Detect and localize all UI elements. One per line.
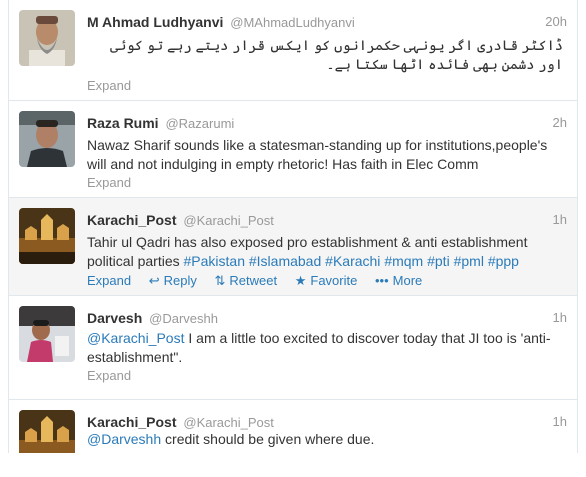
hashtag-link[interactable]: #Karachi (325, 253, 380, 269)
tweet-item[interactable]: Karachi_Post @Karachi_Post 1h @Darveshh … (9, 400, 577, 453)
tweet-text: Tahir ul Qadri has also exposed pro esta… (87, 233, 567, 271)
author-name[interactable]: M Ahmad Ludhyanvi (87, 14, 223, 30)
tweet-header: Raza Rumi @Razarumi 2h (87, 113, 567, 133)
tweet-actions: Expand (87, 367, 131, 385)
reply-icon: ↩ (148, 273, 160, 288)
tweet-header: Darvesh @Darveshh 1h (87, 308, 567, 328)
avatar[interactable] (19, 410, 75, 453)
tweet-actions: Expand (87, 77, 131, 95)
author-handle[interactable]: @Karachi_Post (183, 213, 274, 228)
retweet-icon: ⇅ (214, 273, 226, 288)
mention-link[interactable]: @Darveshh (87, 431, 161, 447)
author-handle[interactable]: @Darveshh (149, 311, 218, 326)
tweet-header: M Ahmad Ludhyanvi @MAhmadLudhyanvi 20h (87, 12, 567, 32)
favorite-label: Favorite (310, 273, 358, 288)
hashtag-link[interactable]: #Islamabad (249, 253, 321, 269)
avatar[interactable] (19, 306, 75, 362)
hashtag-link[interactable]: #mqm (384, 253, 423, 269)
retweet-label: Retweet (229, 273, 278, 288)
more-label: More (392, 273, 423, 288)
tweet-item[interactable]: Raza Rumi @Razarumi 2h Nawaz Sharif soun… (9, 101, 577, 198)
tweet-text: @Darveshh credit should be given where d… (87, 430, 567, 449)
tweet-actions: Expand ↩ Reply ⇅ Retweet ★ Favorite ••• More (87, 272, 436, 290)
tweet-header: Karachi_Post @Karachi_Post 1h (87, 210, 567, 230)
hashtag-link[interactable]: #Pakistan (184, 253, 245, 269)
tweet-timeline[interactable]: M Ahmad Ludhyanvi @MAhmadLudhyanvi 20h ڈ… (8, 0, 578, 453)
hashtag-link[interactable]: #pti (427, 253, 450, 269)
expand-link[interactable]: Expand (87, 272, 131, 290)
expand-link[interactable]: Expand (87, 175, 131, 190)
timestamp[interactable]: 1h (553, 210, 567, 230)
star-icon: ★ (294, 273, 307, 288)
mention-link[interactable]: @Karachi_Post (87, 330, 184, 346)
tweet-text-line: political parties (87, 253, 180, 269)
retweet-button[interactable]: ⇅ Retweet (215, 272, 278, 290)
tweet-item[interactable]: Darvesh @Darveshh 1h @Karachi_Post I am … (9, 296, 577, 400)
expand-link[interactable]: Expand (87, 368, 131, 383)
author-name[interactable]: Karachi_Post (87, 414, 176, 430)
avatar[interactable] (19, 208, 75, 264)
reply-label: Reply (163, 273, 197, 288)
avatar[interactable] (19, 111, 75, 167)
avatar[interactable] (19, 10, 75, 66)
hashtag-link[interactable]: #ppp (488, 253, 519, 269)
more-button[interactable]: ••• More (375, 272, 422, 290)
tweet-header: Karachi_Post @Karachi_Post 1h (87, 412, 567, 432)
author-name[interactable]: Raza Rumi (87, 115, 159, 131)
timestamp[interactable]: 1h (553, 412, 567, 432)
favorite-button[interactable]: ★ Favorite (295, 272, 358, 290)
tweet-text: @Karachi_Post I am a little too excited … (87, 329, 567, 367)
more-icon: ••• (374, 273, 389, 288)
timestamp[interactable]: 1h (553, 308, 567, 328)
author-name[interactable]: Karachi_Post (87, 212, 176, 228)
tweet-text: ڈاکٹر قادری اگر یونہی حکمرانوں کو ایکس ق… (110, 37, 563, 72)
tweet-text-line: Tahir ul Qadri has also exposed pro esta… (87, 234, 528, 250)
hashtag-link[interactable]: #pml (454, 253, 484, 269)
author-handle[interactable]: @Razarumi (165, 116, 234, 131)
timestamp[interactable]: 20h (545, 12, 567, 32)
author-name[interactable]: Darvesh (87, 310, 142, 326)
tweet-item[interactable]: M Ahmad Ludhyanvi @MAhmadLudhyanvi 20h ڈ… (9, 0, 577, 101)
timestamp[interactable]: 2h (553, 113, 567, 133)
expand-link[interactable]: Expand (87, 78, 131, 93)
tweet-text: Nawaz Sharif sounds like a statesman-sta… (87, 137, 548, 172)
author-handle[interactable]: @Karachi_Post (183, 415, 274, 430)
tweet-actions: Expand (87, 174, 131, 192)
tweet-text-body: credit should be given where due. (161, 431, 375, 447)
reply-button[interactable]: ↩ Reply (149, 272, 197, 290)
author-handle[interactable]: @MAhmadLudhyanvi (230, 15, 354, 30)
tweet-item[interactable]: Karachi_Post @Karachi_Post 1h Tahir ul Q… (9, 198, 577, 296)
